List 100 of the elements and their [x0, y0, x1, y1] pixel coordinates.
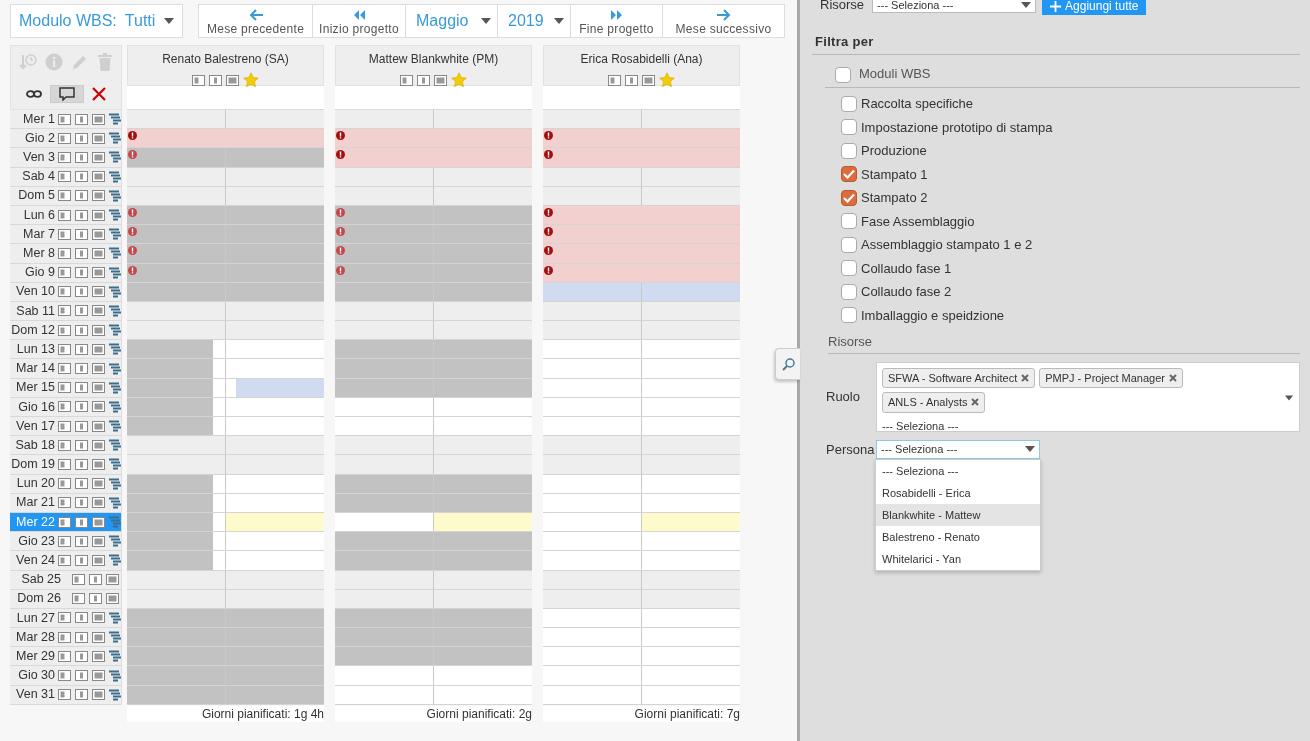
gantt-icon[interactable]: [109, 439, 121, 452]
center-bar-square-icon[interactable]: [75, 363, 88, 375]
left-half-square-icon[interactable]: [58, 420, 71, 432]
star-icon[interactable]: [243, 72, 259, 88]
day-row[interactable]: Ven 10: [10, 282, 122, 302]
day-row[interactable]: Gio 16: [10, 397, 122, 417]
calendar-cell[interactable]: [127, 666, 226, 685]
day-row[interactable]: Sab 18: [10, 436, 122, 456]
select-field[interactable]: --- Seleziona ---: [876, 439, 1040, 459]
calendar-cell[interactable]: [127, 551, 226, 570]
calendar-cell[interactable]: [127, 417, 226, 436]
calendar-cell[interactable]: [127, 129, 226, 148]
checkbox[interactable]: [841, 189, 857, 206]
day-row[interactable]: Gio 23: [10, 532, 122, 552]
checkbox[interactable]: [841, 119, 857, 136]
calendar-cell[interactable]: [127, 628, 226, 647]
calendar-cell[interactable]: [225, 455, 324, 474]
day-row[interactable]: Sab 11: [10, 301, 122, 322]
calendar-cell[interactable]: [335, 551, 434, 570]
calendar-cell[interactable]: [335, 455, 434, 474]
calendar-cell[interactable]: [543, 321, 642, 340]
day-row[interactable]: Dom 26: [10, 589, 122, 609]
calendar-cell[interactable]: [641, 532, 740, 551]
filled-square-icon[interactable]: [106, 574, 119, 586]
left-half-square-icon[interactable]: [58, 689, 71, 701]
filled-square-icon[interactable]: [92, 439, 105, 451]
gantt-icon[interactable]: [109, 458, 121, 471]
filled-square-icon[interactable]: [226, 74, 239, 86]
calendar-cell[interactable]: [225, 436, 324, 455]
calendar-cell[interactable]: [543, 551, 642, 570]
left-half-square-icon[interactable]: [58, 439, 71, 451]
calendar-cell[interactable]: [433, 417, 532, 436]
filled-square-icon[interactable]: [92, 267, 105, 279]
center-bar-square-icon[interactable]: [75, 516, 88, 528]
calendar-cell[interactable]: [641, 647, 740, 666]
dropdown-option[interactable]: --- Seleziona ---: [876, 459, 1040, 482]
search-tab[interactable]: [775, 348, 800, 380]
left-half-square-icon[interactable]: [58, 631, 71, 643]
calendar-cell[interactable]: [225, 321, 324, 340]
center-bar-square-icon[interactable]: [75, 247, 88, 259]
calendar-cell[interactable]: [225, 551, 324, 570]
checkbox[interactable]: [841, 260, 857, 277]
day-row[interactable]: Sab 4: [10, 167, 122, 187]
day-row[interactable]: Lun 27: [10, 608, 122, 629]
gantt-icon[interactable]: [109, 151, 121, 164]
calendar-cell[interactable]: [433, 359, 532, 378]
calendar-cell[interactable]: [433, 628, 532, 647]
gantt-icon[interactable]: [109, 554, 121, 567]
day-row[interactable]: Mar 28: [10, 628, 122, 648]
filled-square-icon[interactable]: [92, 382, 105, 394]
gantt-icon[interactable]: [109, 113, 121, 126]
calendar-cell[interactable]: [543, 532, 642, 551]
day-row[interactable]: Mar 21: [10, 493, 122, 513]
left-half-square-icon[interactable]: [58, 171, 71, 183]
center-bar-square-icon[interactable]: [89, 574, 102, 586]
filled-square-icon[interactable]: [92, 228, 105, 240]
gantt-icon[interactable]: [109, 170, 121, 183]
day-row[interactable]: Mar 7: [10, 225, 122, 245]
checkbox[interactable]: [841, 307, 857, 324]
calendar-cell[interactable]: [225, 225, 324, 244]
gantt-icon[interactable]: [109, 381, 121, 394]
calendar-cell[interactable]: [127, 647, 226, 666]
day-row[interactable]: Sab 25: [10, 570, 122, 590]
left-half-square-icon[interactable]: [400, 74, 413, 86]
checkbox[interactable]: [841, 236, 857, 253]
center-bar-square-icon[interactable]: [75, 439, 88, 451]
gantt-icon[interactable]: [109, 304, 121, 317]
calendar-cell[interactable]: [127, 359, 226, 378]
calendar-cell[interactable]: [225, 417, 324, 436]
left-half-square-icon[interactable]: [72, 574, 85, 586]
calendar-cell[interactable]: [225, 244, 324, 263]
calendar-cell[interactable]: [641, 436, 740, 455]
center-bar-square-icon[interactable]: [75, 478, 88, 490]
calendar-cell[interactable]: [433, 129, 532, 148]
left-half-square-icon[interactable]: [58, 650, 71, 662]
calendar-cell[interactable]: [641, 666, 740, 685]
calendar-cell[interactable]: [543, 455, 642, 474]
gantt-icon[interactable]: [109, 228, 121, 241]
filled-square-icon[interactable]: [92, 478, 105, 490]
filled-square-icon[interactable]: [92, 554, 105, 566]
center-bar-square-icon[interactable]: [75, 228, 88, 240]
day-row[interactable]: Gio 2: [10, 129, 122, 149]
calendar-cell[interactable]: [433, 244, 532, 263]
filled-square-icon[interactable]: [92, 363, 105, 375]
calendar-cell[interactable]: [127, 244, 226, 263]
calendar-cell[interactable]: [543, 110, 642, 129]
center-bar-square-icon[interactable]: [75, 151, 88, 163]
dropdown-option[interactable]: Balestreno - Renato: [876, 525, 1040, 548]
nav-button[interactable]: Inizio progetto: [313, 5, 406, 37]
nav-button[interactable]: Mese successivo: [663, 5, 784, 37]
day-row[interactable]: Mer 1: [10, 110, 122, 130]
center-bar-square-icon[interactable]: [75, 343, 88, 355]
calendar-cell[interactable]: [543, 340, 642, 359]
gantt-icon[interactable]: [109, 189, 121, 202]
center-bar-square-icon[interactable]: [75, 305, 88, 317]
center-bar-square-icon[interactable]: [75, 670, 88, 682]
remove-icon[interactable]: [1021, 373, 1030, 382]
calendar-cell[interactable]: [225, 110, 324, 129]
left-half-square-icon[interactable]: [58, 190, 71, 202]
calendar-cell[interactable]: [641, 225, 740, 244]
